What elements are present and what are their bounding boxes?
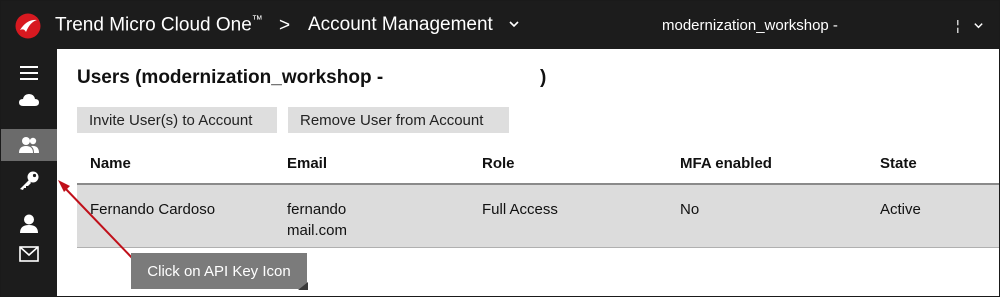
sidebar-item-api-key[interactable] xyxy=(1,165,57,197)
sidebar-item-users[interactable] xyxy=(1,129,57,161)
table-row[interactable]: Fernando Cardoso fernando mail.com Full … xyxy=(77,185,999,248)
column-header-name[interactable]: Name xyxy=(90,155,131,172)
sidebar-item-account[interactable] xyxy=(1,208,57,240)
callout-corner-icon xyxy=(298,282,308,290)
sidebar-item-cloud[interactable] xyxy=(1,84,57,116)
cell-email: fernando mail.com xyxy=(287,199,347,241)
column-header-mfa[interactable]: MFA enabled xyxy=(680,155,772,172)
annotation-callout: Click on API Key Icon xyxy=(131,253,307,289)
column-header-role[interactable]: Role xyxy=(482,155,515,172)
column-header-email[interactable]: Email xyxy=(287,155,327,172)
users-icon xyxy=(19,137,39,153)
trend-micro-logo-icon[interactable] xyxy=(15,13,41,39)
cell-email-line1: fernando xyxy=(287,201,347,218)
page-title-end: ) xyxy=(540,67,547,88)
chevron-down-icon[interactable] xyxy=(973,20,984,31)
user-icon xyxy=(20,214,38,233)
remove-user-button[interactable]: Remove User from Account xyxy=(288,107,509,133)
breadcrumb-separator: > xyxy=(279,15,291,36)
users-table: Name Email Role MFA enabled State Fernan… xyxy=(77,143,999,248)
cell-mfa: No xyxy=(680,201,700,218)
menu-icon xyxy=(20,66,38,80)
account-selector[interactable]: modernization_workshop - xyxy=(662,17,838,34)
column-header-state[interactable]: State xyxy=(880,155,917,172)
cloud-icon xyxy=(19,94,39,106)
cell-name: Fernando Cardoso xyxy=(90,201,216,218)
cell-role: Full Access xyxy=(482,201,558,218)
table-header: Name Email Role MFA enabled State xyxy=(77,143,999,185)
chevron-down-icon[interactable] xyxy=(508,18,520,30)
cell-state: Active xyxy=(880,201,921,218)
product-name[interactable]: Trend Micro Cloud One™ xyxy=(55,14,263,36)
mail-icon xyxy=(19,246,39,262)
key-icon xyxy=(20,171,39,190)
cell-email-line2: mail.com xyxy=(287,222,348,239)
breadcrumb-section[interactable]: Account Management xyxy=(308,14,493,36)
sidebar-item-messages[interactable] xyxy=(1,238,57,270)
page-title: Users (modernization_workshop - xyxy=(77,67,384,88)
top-bar: Trend Micro Cloud One™ > Account Managem… xyxy=(1,1,999,49)
sidebar xyxy=(1,49,57,296)
region-selector[interactable]: ¦ xyxy=(956,17,960,33)
invite-users-button[interactable]: Invite User(s) to Account xyxy=(77,107,277,133)
